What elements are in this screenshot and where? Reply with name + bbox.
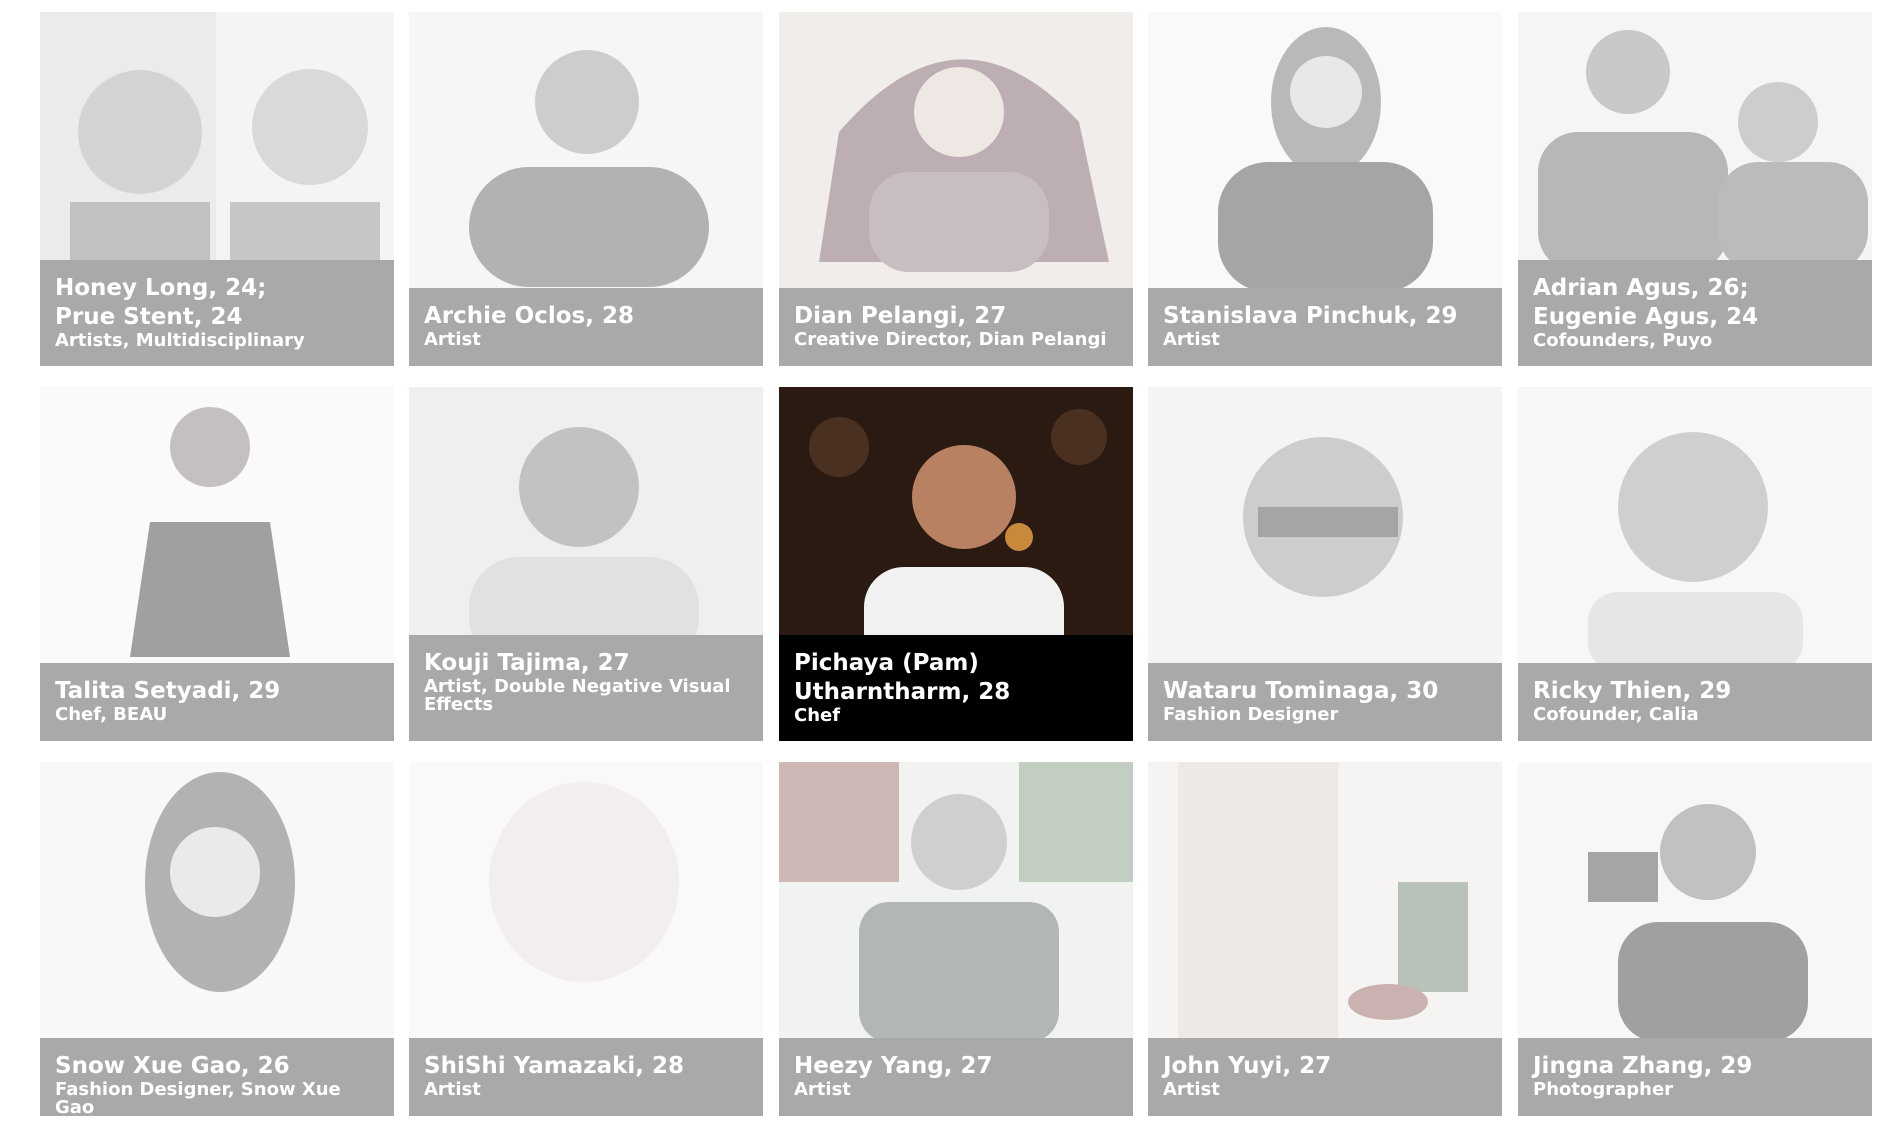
person-name: Kouji Tajima, 27 (424, 650, 630, 676)
person-role: Creative Director, Dian Pelangi (794, 329, 1107, 350)
person-role: Photographer (1533, 1079, 1674, 1100)
person-name: Stanislava Pinchuk, 29 (1163, 303, 1458, 329)
person-name: Honey Long, 24; Prue Stent, 24 (55, 275, 267, 330)
profile-card-john-yuyi[interactable]: John Yuyi, 27 Artist (1148, 762, 1502, 1116)
person-role: Fashion Designer (1163, 704, 1339, 725)
person-role: Cofounders, Puyo (1533, 330, 1713, 351)
person-role: Artists, Multidisciplinary (55, 330, 305, 351)
person-name: Talita Setyadi, 29 (55, 678, 281, 704)
person-name: Ricky Thien, 29 (1533, 678, 1732, 704)
person-name: Wataru Tominaga, 30 (1163, 678, 1439, 704)
card-caption: Stanislava Pinchuk, 29 Artist (1148, 288, 1502, 366)
profile-card-jingna-zhang[interactable]: Jingna Zhang, 29 Photographer (1518, 762, 1872, 1116)
person-name: Pichaya (Pam) Utharntharm, 28 (794, 650, 1011, 705)
card-caption: Ricky Thien, 29 Cofounder, Calia (1518, 663, 1872, 741)
card-caption: John Yuyi, 27 Artist (1148, 1038, 1502, 1116)
person-role: Fashion Designer, Snow Xue Gao (55, 1079, 341, 1117)
card-caption: Archie Oclos, 28 Artist (409, 288, 763, 366)
card-caption: Snow Xue Gao, 26 Fashion Designer, Snow … (40, 1038, 394, 1116)
person-role: Artist (424, 1079, 481, 1100)
person-name: Archie Oclos, 28 (424, 303, 634, 329)
person-name: Jingna Zhang, 29 (1533, 1053, 1753, 1079)
person-role: Artist (1163, 329, 1220, 350)
person-role: Chef (794, 705, 841, 726)
card-caption: Kouji Tajima, 27 Artist, Double Negative… (409, 635, 763, 741)
card-caption: Talita Setyadi, 29 Chef, BEAU (40, 663, 394, 741)
profile-card-talita-setyadi[interactable]: Talita Setyadi, 29 Chef, BEAU (40, 387, 394, 741)
card-caption: ShiShi Yamazaki, 28 Artist (409, 1038, 763, 1116)
profile-card-heezy-yang[interactable]: Heezy Yang, 27 Artist (779, 762, 1133, 1116)
profile-card-dian-pelangi[interactable]: Dian Pelangi, 27 Creative Director, Dian… (779, 12, 1133, 366)
person-name: John Yuyi, 27 (1163, 1053, 1332, 1079)
person-role: Cofounder, Calia (1533, 704, 1699, 725)
profile-card-shishi-yamazaki[interactable]: ShiShi Yamazaki, 28 Artist (409, 762, 763, 1116)
profile-card-ricky-thien[interactable]: Ricky Thien, 29 Cofounder, Calia (1518, 387, 1872, 741)
profile-card-stanislava-pinchuk[interactable]: Stanislava Pinchuk, 29 Artist (1148, 12, 1502, 366)
profile-card-wataru-tominaga[interactable]: Wataru Tominaga, 30 Fashion Designer (1148, 387, 1502, 741)
card-caption: Dian Pelangi, 27 Creative Director, Dian… (779, 288, 1133, 366)
card-caption: Wataru Tominaga, 30 Fashion Designer (1148, 663, 1502, 741)
profile-card-kouji-tajima[interactable]: Kouji Tajima, 27 Artist, Double Negative… (409, 387, 763, 741)
profile-card-honey-long-prue-stent[interactable]: Honey Long, 24; Prue Stent, 24 Artists, … (40, 12, 394, 366)
person-role: Artist (794, 1079, 851, 1100)
profile-card-adrian-eugenie-agus[interactable]: Adrian Agus, 26; Eugenie Agus, 24 Cofoun… (1518, 12, 1872, 366)
person-name: Heezy Yang, 27 (794, 1053, 993, 1079)
person-name: Dian Pelangi, 27 (794, 303, 1007, 329)
person-role: Artist (424, 329, 481, 350)
person-name: Snow Xue Gao, 26 (55, 1053, 290, 1079)
person-role: Artist (1163, 1079, 1220, 1100)
card-caption: Adrian Agus, 26; Eugenie Agus, 24 Cofoun… (1518, 260, 1872, 366)
card-caption: Honey Long, 24; Prue Stent, 24 Artists, … (40, 260, 394, 366)
profile-card-snow-xue-gao[interactable]: Snow Xue Gao, 26 Fashion Designer, Snow … (40, 762, 394, 1116)
person-role: Chef, BEAU (55, 704, 168, 725)
person-role: Artist, Double Negative Visual Effects (424, 676, 731, 715)
card-caption: Heezy Yang, 27 Artist (779, 1038, 1133, 1116)
person-name: ShiShi Yamazaki, 28 (424, 1053, 685, 1079)
card-caption: Pichaya (Pam) Utharntharm, 28 Chef (779, 635, 1133, 741)
person-name: Adrian Agus, 26; Eugenie Agus, 24 (1533, 275, 1759, 330)
card-caption: Jingna Zhang, 29 Photographer (1518, 1038, 1872, 1116)
profile-card-pichaya-utharntharm[interactable]: Pichaya (Pam) Utharntharm, 28 Chef (779, 387, 1133, 741)
profile-card-archie-oclos[interactable]: Archie Oclos, 28 Artist (409, 12, 763, 366)
